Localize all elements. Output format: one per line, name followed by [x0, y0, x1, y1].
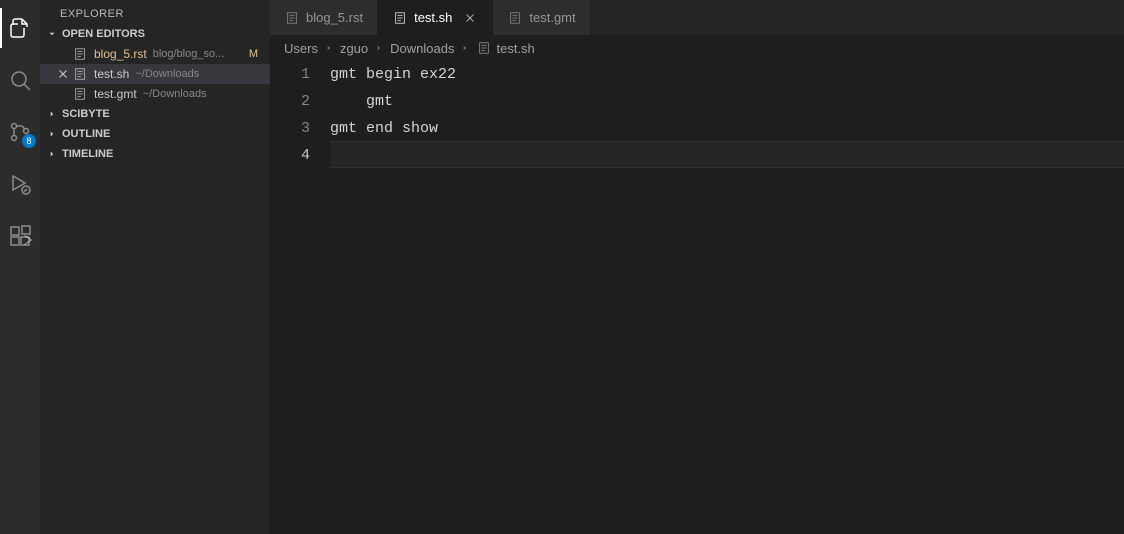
activity-explorer[interactable] [0, 8, 40, 48]
chevron-right-icon [374, 41, 384, 56]
chevron-right-icon [44, 149, 60, 159]
tabs-bar: blog_5.rst test.sh test.gmt [270, 0, 1124, 35]
file-icon [72, 67, 88, 81]
file-name: test.gmt [94, 87, 137, 101]
chevron-right-icon [324, 41, 334, 56]
line-number: 2 [270, 88, 310, 115]
activity-source-control[interactable]: 8 [0, 112, 40, 152]
activity-bar: 8 [0, 0, 40, 534]
section-outline[interactable]: OUTLINE [40, 124, 270, 144]
file-path: blog/blog_so... [153, 48, 225, 60]
activity-extensions[interactable] [0, 216, 40, 256]
breadcrumb-item[interactable]: test.sh [476, 41, 534, 56]
close-icon[interactable] [462, 11, 478, 25]
tab-label: test.sh [414, 10, 452, 25]
editor-content[interactable]: 1 2 3 4 gmt begin ex22 gmt gmt end show [270, 61, 1124, 534]
activity-run-debug[interactable] [0, 164, 40, 204]
code-line: gmt end show [330, 115, 1124, 142]
code-line: gmt begin ex22 [330, 61, 1124, 88]
code-line [330, 141, 1124, 168]
open-editor-item[interactable]: test.gmt ~/Downloads [40, 84, 270, 104]
tab-testgmt[interactable]: test.gmt [493, 0, 590, 35]
tab-label: blog_5.rst [306, 10, 363, 25]
breadcrumb-item[interactable]: zguo [340, 41, 368, 56]
close-icon[interactable] [54, 67, 72, 81]
file-path: ~/Downloads [135, 68, 199, 80]
source-control-badge: 8 [22, 134, 36, 148]
file-icon [72, 47, 88, 61]
chevron-down-icon [44, 29, 60, 39]
chevron-right-icon [44, 129, 60, 139]
line-number: 1 [270, 61, 310, 88]
breadcrumbs[interactable]: Users zguo Downloads test.sh [270, 35, 1124, 61]
code-line: gmt [330, 88, 1124, 115]
file-icon [476, 41, 492, 55]
section-scibyte[interactable]: SCIBYTE [40, 104, 270, 124]
chevron-right-icon [460, 41, 470, 56]
breadcrumb-file: test.sh [496, 41, 534, 56]
open-editor-item[interactable]: blog_5.rst blog/blog_so... M [40, 44, 270, 64]
open-editors-header[interactable]: OPEN EDITORS [40, 24, 270, 44]
modified-indicator: M [249, 48, 262, 60]
sidebar-title: EXPLORER [40, 0, 270, 24]
activity-search[interactable] [0, 60, 40, 100]
editor-area: blog_5.rst test.sh test.gmt Users zguo D… [270, 0, 1124, 534]
gutter: 1 2 3 4 [270, 61, 330, 534]
tab-blog[interactable]: blog_5.rst [270, 0, 378, 35]
open-editor-item[interactable]: test.sh ~/Downloads [40, 64, 270, 84]
file-name: test.sh [94, 67, 129, 81]
open-editors-label: OPEN EDITORS [62, 28, 145, 40]
breadcrumb-item[interactable]: Downloads [390, 41, 454, 56]
section-label: OUTLINE [62, 128, 110, 140]
section-label: TIMELINE [62, 148, 113, 160]
code-area[interactable]: gmt begin ex22 gmt gmt end show [330, 61, 1124, 534]
file-icon [507, 11, 523, 25]
chevron-right-icon [44, 109, 60, 119]
tab-testsh[interactable]: test.sh [378, 0, 493, 35]
breadcrumb-item[interactable]: Users [284, 41, 318, 56]
tab-label: test.gmt [529, 10, 575, 25]
sidebar: EXPLORER OPEN EDITORS blog_5.rst blog/bl… [40, 0, 270, 534]
line-number: 4 [270, 142, 310, 169]
section-timeline[interactable]: TIMELINE [40, 144, 270, 164]
file-icon [392, 11, 408, 25]
file-path: ~/Downloads [143, 88, 207, 100]
file-name: blog_5.rst [94, 47, 147, 61]
file-icon [72, 87, 88, 101]
line-number: 3 [270, 115, 310, 142]
file-icon [284, 11, 300, 25]
section-label: SCIBYTE [62, 108, 110, 120]
